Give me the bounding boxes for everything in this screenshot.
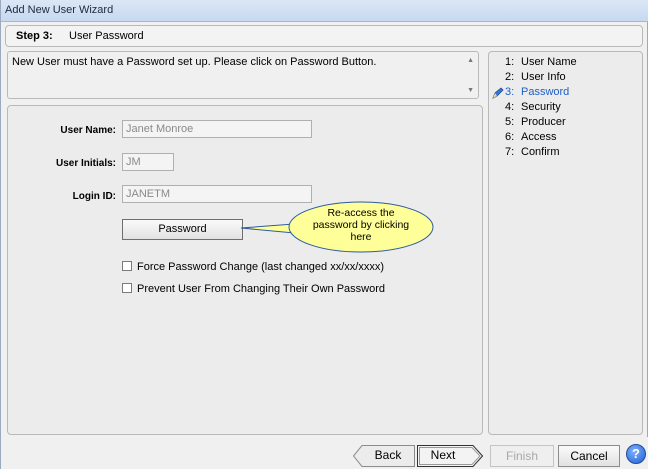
prevent-user-change-label: Prevent User From Changing Their Own Pas… xyxy=(137,283,386,295)
scroll-down-icon[interactable]: ▼ xyxy=(467,87,474,94)
step-header: Step 3: User Password xyxy=(5,25,643,47)
next-button[interactable]: Next xyxy=(417,445,469,467)
step-number: 3: xyxy=(505,86,515,98)
login-id-label: Login ID: xyxy=(72,191,116,202)
checkbox-icon[interactable] xyxy=(122,283,132,293)
back-button[interactable]: Back xyxy=(362,445,414,467)
user-name-field[interactable]: Janet Monroe xyxy=(122,120,312,138)
wizard-window: Add New User Wizard Step 3: User Passwor… xyxy=(0,0,648,469)
checkbox-icon[interactable] xyxy=(122,261,132,271)
step-number: 4: xyxy=(505,101,515,113)
step-number: 6: xyxy=(505,131,515,143)
title-bar: Add New User Wizard xyxy=(1,0,648,22)
user-name-label: User Name: xyxy=(60,125,116,136)
user-initials-label: User Initials: xyxy=(55,158,116,169)
step-item-security: 4: Security xyxy=(489,101,639,115)
scroll-up-icon[interactable]: ▲ xyxy=(467,57,474,64)
window-title: Add New User Wizard xyxy=(5,4,114,16)
cancel-button[interactable]: Cancel xyxy=(558,445,620,467)
step-number: Step 3: xyxy=(16,30,53,42)
step-item-access: 6: Access xyxy=(489,131,639,145)
password-button[interactable]: Password xyxy=(122,219,243,240)
step-item-password: 3: Password xyxy=(489,86,639,100)
step-number: 7: xyxy=(505,146,515,158)
instruction-text: New User must have a Password set up. Pl… xyxy=(12,56,377,68)
help-icon[interactable]: ? xyxy=(626,444,646,464)
step-label: Security xyxy=(521,101,561,113)
step-label: Access xyxy=(521,131,557,143)
step-item-producer: 5: Producer xyxy=(489,116,639,130)
instruction-message: New User must have a Password set up. Pl… xyxy=(7,51,479,99)
step-label: Password xyxy=(521,86,570,98)
step-label: Producer xyxy=(521,116,566,128)
step-label: User Info xyxy=(521,71,566,83)
step-label: User Name xyxy=(521,56,577,68)
step-number: 1: xyxy=(505,56,515,68)
step-number: 5: xyxy=(505,116,515,128)
steps-panel: 1: User Name 2: User Info 3: Password 4:… xyxy=(488,51,643,435)
callout-text: Re-access the password by clicking here xyxy=(312,207,410,243)
finish-button[interactable]: Finish xyxy=(490,445,554,467)
prevent-user-change-checkbox[interactable]: Prevent User From Changing Their Own Pas… xyxy=(122,283,385,295)
step-item-user-info: 2: User Info xyxy=(489,71,639,85)
step-label: Confirm xyxy=(521,146,560,158)
user-initials-field[interactable]: JM xyxy=(122,153,174,171)
current-step-pencil-icon xyxy=(492,87,504,99)
step-number: 2: xyxy=(505,71,515,83)
step-item-user-name: 1: User Name xyxy=(489,56,639,70)
step-title: User Password xyxy=(69,30,144,42)
step-item-confirm: 7: Confirm xyxy=(489,146,639,160)
